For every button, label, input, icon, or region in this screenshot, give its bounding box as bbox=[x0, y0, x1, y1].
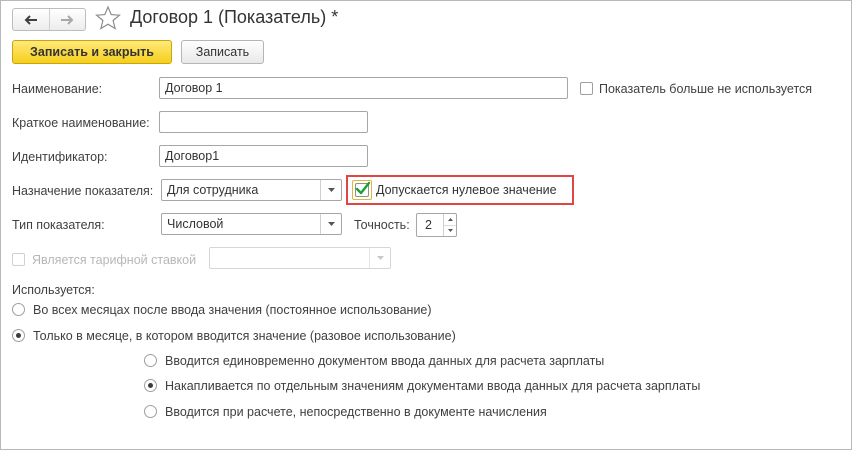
zero-allowed-label: Допускается нулевое значение bbox=[376, 183, 557, 197]
back-button[interactable] bbox=[13, 9, 49, 30]
identifier-input[interactable]: Договор1 bbox=[159, 145, 368, 167]
stepper-down-button[interactable] bbox=[444, 224, 456, 237]
chevron-down-icon bbox=[327, 188, 335, 192]
identifier-label: Идентификатор: bbox=[12, 150, 108, 164]
usage-label: Используется: bbox=[12, 283, 95, 297]
precision-label: Точность: bbox=[354, 218, 410, 232]
stepper-arrows bbox=[443, 214, 456, 236]
check-mark-icon bbox=[355, 181, 371, 195]
short-name-label: Краткое наименование: bbox=[12, 116, 150, 130]
usage-permanent-label: Во всех месяцах после ввода значения (по… bbox=[33, 303, 432, 317]
usage-onetime-radio[interactable] bbox=[12, 329, 25, 342]
input-at-calc-label: Вводится при расчете, непосредственно в … bbox=[165, 405, 547, 419]
name-input[interactable]: Договор 1 bbox=[159, 77, 568, 99]
short-name-input[interactable] bbox=[159, 111, 368, 133]
dropdown-arrow[interactable] bbox=[320, 180, 341, 200]
tariff-select[interactable] bbox=[209, 247, 391, 269]
dropdown-arrow[interactable] bbox=[369, 248, 390, 268]
arrow-left-icon bbox=[24, 14, 37, 25]
chevron-down-icon bbox=[376, 256, 384, 260]
purpose-select-value: Для сотрудника bbox=[167, 183, 259, 197]
tariff-label: Является тарифной ставкой bbox=[32, 253, 197, 267]
forward-button[interactable] bbox=[48, 9, 86, 30]
chevron-down-icon bbox=[447, 229, 453, 233]
input-once-label: Вводится единовременно документом ввода … bbox=[165, 354, 605, 368]
precision-stepper[interactable]: 2 bbox=[416, 213, 457, 237]
chevron-up-icon bbox=[447, 217, 453, 221]
name-label: Наименование: bbox=[12, 82, 103, 96]
type-select[interactable]: Числовой bbox=[161, 213, 342, 235]
save-button[interactable]: Записать bbox=[181, 40, 264, 64]
save-and-close-button[interactable]: Записать и закрыть bbox=[12, 40, 172, 64]
dropdown-arrow[interactable] bbox=[320, 214, 341, 234]
page-title: Договор 1 (Показатель) * bbox=[130, 7, 339, 27]
arrow-right-icon bbox=[61, 14, 74, 25]
stepper-up-button[interactable] bbox=[444, 214, 456, 225]
unused-checkbox[interactable] bbox=[580, 82, 593, 95]
zero-allowed-checkbox[interactable] bbox=[355, 181, 371, 197]
type-label: Тип показателя: bbox=[12, 218, 105, 232]
input-at-calc-radio[interactable] bbox=[144, 405, 157, 418]
star-icon[interactable] bbox=[95, 5, 121, 31]
purpose-label: Назначение показателя: bbox=[12, 184, 154, 198]
input-once-radio[interactable] bbox=[144, 354, 157, 367]
purpose-select[interactable]: Для сотрудника bbox=[161, 179, 342, 201]
tariff-checkbox[interactable] bbox=[12, 253, 25, 266]
usage-onetime-label: Только в месяце, в котором вводится знач… bbox=[33, 329, 456, 343]
usage-permanent-radio[interactable] bbox=[12, 303, 25, 316]
navigation-buttons bbox=[12, 8, 86, 31]
chevron-down-icon bbox=[327, 222, 335, 226]
type-select-value: Числовой bbox=[167, 217, 224, 231]
accumulate-label: Накапливается по отдельным значениям док… bbox=[165, 379, 701, 393]
unused-label: Показатель больше не используется bbox=[599, 82, 813, 96]
precision-value: 2 bbox=[425, 218, 432, 232]
accumulate-radio[interactable] bbox=[144, 379, 157, 392]
